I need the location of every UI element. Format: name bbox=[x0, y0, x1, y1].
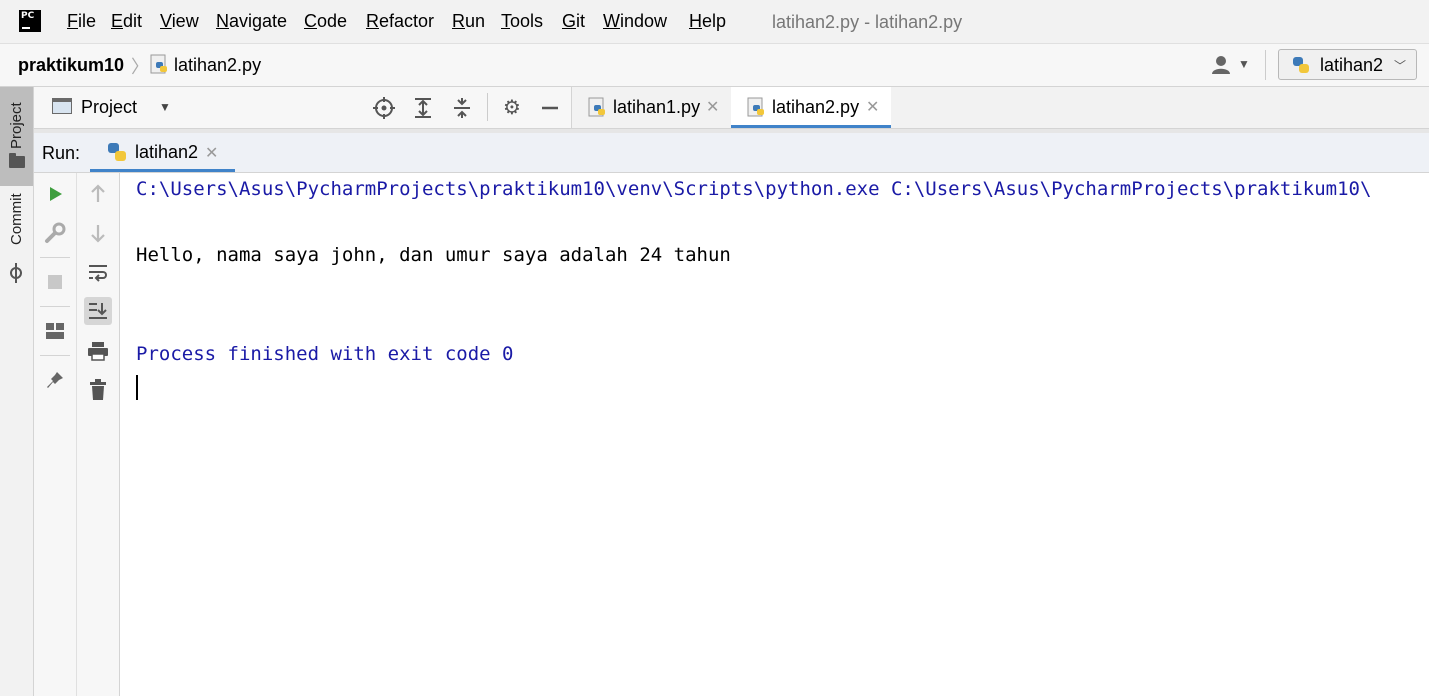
gear-icon[interactable]: ⚙ bbox=[500, 96, 524, 120]
editor-tab-bar: latihan1.py ✕ latihan2.py ✕ bbox=[571, 87, 1429, 129]
menu-help[interactable]: Help bbox=[689, 11, 726, 32]
run-toolbar-secondary bbox=[77, 173, 120, 696]
menu-edit[interactable]: Edit bbox=[111, 11, 142, 32]
project-panel-title[interactable]: Project bbox=[81, 97, 137, 118]
breadcrumb-project[interactable]: praktikum10 bbox=[18, 55, 124, 76]
close-icon[interactable]: ✕ bbox=[205, 143, 218, 163]
toolbar-divider bbox=[40, 257, 70, 258]
run-window-label: Run: bbox=[42, 143, 81, 163]
rerun-icon[interactable] bbox=[41, 180, 69, 208]
close-icon[interactable]: ✕ bbox=[866, 97, 879, 117]
run-tab-latihan2[interactable]: latihan2 ✕ bbox=[90, 133, 235, 172]
menu-code[interactable]: Code bbox=[304, 11, 347, 32]
menu-navigate[interactable]: Navigate bbox=[216, 11, 287, 32]
user-icon[interactable] bbox=[1212, 55, 1236, 80]
editor-tab-label: latihan2.py bbox=[772, 97, 860, 117]
menu-view[interactable]: View bbox=[160, 11, 199, 32]
soft-wrap-icon[interactable] bbox=[84, 259, 112, 287]
run-configuration-label: latihan2 bbox=[1320, 55, 1384, 75]
left-tool-stripe: Project Commit bbox=[0, 87, 34, 696]
editor-tab-latihan1[interactable]: latihan1.py ✕ bbox=[572, 87, 731, 128]
run-toolbar-primary bbox=[34, 173, 77, 696]
menu-bar: PC File Edit View Navigate Code Refactor… bbox=[0, 0, 1429, 44]
collapse-all-icon[interactable] bbox=[450, 96, 474, 120]
stop-icon[interactable] bbox=[41, 268, 69, 296]
folder-icon bbox=[9, 153, 25, 168]
toolbar-divider bbox=[40, 306, 70, 307]
chevron-down-icon[interactable]: ▼ bbox=[1238, 57, 1250, 71]
stripe-button-project[interactable]: Project bbox=[0, 87, 33, 186]
menu-git[interactable]: Git bbox=[562, 11, 585, 32]
python-icon bbox=[1291, 55, 1311, 80]
menu-tools[interactable]: Tools bbox=[501, 11, 543, 32]
scroll-to-end-icon[interactable] bbox=[84, 297, 112, 325]
expand-all-icon[interactable] bbox=[411, 96, 435, 120]
stripe-commit-label: Commit bbox=[8, 193, 25, 245]
menu-file[interactable]: File bbox=[67, 11, 96, 32]
stripe-project-label: Project bbox=[8, 102, 25, 149]
console-exit-line: Process finished with exit code 0 bbox=[136, 343, 514, 365]
minimize-icon[interactable] bbox=[538, 96, 562, 120]
run-console[interactable]: C:\Users\Asus\PycharmProjects\praktikum1… bbox=[120, 173, 1429, 696]
commit-icon bbox=[10, 263, 22, 283]
console-output-line: Hello, nama saya john, dan umur saya ada… bbox=[136, 244, 731, 266]
locate-target-icon[interactable] bbox=[372, 96, 396, 120]
python-file-icon bbox=[747, 97, 767, 124]
chevron-down-icon: ﹀ bbox=[1393, 59, 1406, 73]
python-file-icon bbox=[588, 97, 608, 124]
navigation-bar: praktikum10 〉 latihan2.py ▼ latihan2 ﹀ bbox=[0, 44, 1429, 87]
arrow-up-icon[interactable] bbox=[84, 180, 112, 208]
project-window-icon bbox=[52, 98, 72, 114]
wrench-icon[interactable] bbox=[41, 219, 69, 247]
run-configuration-selector[interactable]: latihan2 ﹀ bbox=[1278, 49, 1417, 80]
arrow-down-icon[interactable] bbox=[84, 219, 112, 247]
python-file-icon bbox=[150, 54, 170, 81]
run-tab-label: latihan2 bbox=[135, 142, 199, 162]
editor-tab-latihan2[interactable]: latihan2.py ✕ bbox=[731, 87, 891, 128]
menu-window[interactable]: Window bbox=[603, 11, 667, 32]
editor-tab-label: latihan1.py bbox=[613, 97, 701, 117]
python-icon bbox=[106, 141, 128, 168]
toolbar-divider bbox=[487, 93, 488, 121]
print-icon[interactable] bbox=[84, 337, 112, 365]
pin-icon[interactable] bbox=[41, 366, 69, 394]
stripe-button-commit[interactable]: Commit bbox=[0, 191, 33, 283]
menu-refactor[interactable]: Refactor bbox=[366, 11, 434, 32]
run-window-header: Run: latihan2 ✕ bbox=[34, 133, 1429, 173]
text-caret bbox=[136, 375, 138, 400]
close-icon[interactable]: ✕ bbox=[706, 97, 719, 117]
layout-icon[interactable] bbox=[41, 317, 69, 345]
toolbar-divider bbox=[1265, 50, 1266, 80]
toolbar-divider bbox=[40, 355, 70, 356]
project-panel-header: Project ▼ ⚙ bbox=[34, 87, 571, 129]
breadcrumb-separator-icon: 〉 bbox=[131, 57, 149, 77]
menu-run[interactable]: Run bbox=[452, 11, 485, 32]
trash-icon[interactable] bbox=[84, 376, 112, 404]
window-title: latihan2.py - latihan2.py bbox=[772, 12, 963, 32]
chevron-down-icon[interactable]: ▼ bbox=[159, 100, 171, 114]
breadcrumb-file[interactable]: latihan2.py bbox=[174, 55, 261, 76]
console-command-line: C:\Users\Asus\PycharmProjects\praktikum1… bbox=[136, 178, 1372, 200]
pycharm-logo-icon: PC bbox=[19, 10, 41, 32]
